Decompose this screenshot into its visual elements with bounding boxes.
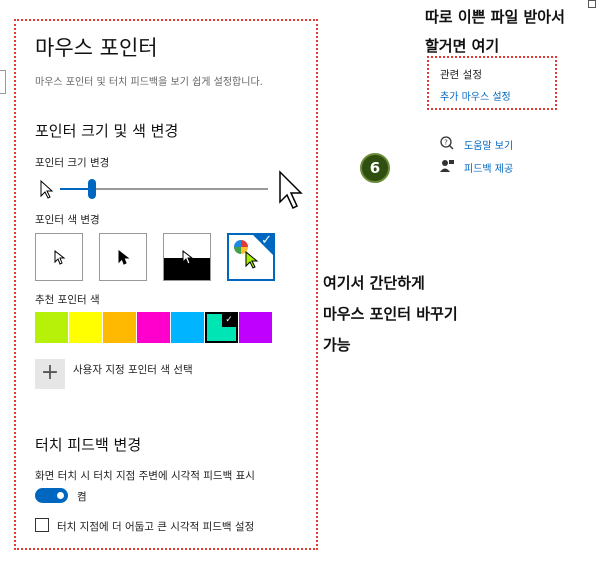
toggle-state-label: 켬 [77, 491, 87, 503]
swatch-gold[interactable] [103, 312, 136, 343]
swatch-yellow[interactable] [69, 312, 102, 343]
darker-feedback-label: 터치 지점에 더 어둡고 큰 시각적 피드백 설정 [57, 521, 255, 533]
pointer-size-label: 포인터 크기 변경 [35, 157, 110, 169]
pointer-color-custom-option[interactable]: ✓ [227, 233, 275, 281]
side-note-line2: 마우스 포인터 바꾸기 [323, 305, 458, 323]
inverted-cursor-icon [182, 250, 194, 265]
swatch-checkmark-icon: ✓ [222, 314, 236, 327]
add-custom-color-button[interactable]: + [35, 359, 65, 389]
pointer-color-label: 포인터 색 변경 [35, 214, 100, 226]
side-note-line1: 여기서 간단하게 [323, 274, 425, 292]
page-description: 마우스 포인터 및 터치 피드백을 보기 쉽게 설정합니다. [35, 77, 263, 88]
give-feedback-link[interactable]: 피드백 제공 [464, 160, 513, 175]
help-icon: ? [440, 136, 454, 150]
recommended-colors-label: 추천 포인터 색 [35, 294, 100, 306]
get-help-link[interactable]: 도움말 보기 [464, 137, 513, 152]
green-cursor-icon [245, 251, 259, 269]
step-badge: 6 [360, 153, 390, 183]
swatch-pink[interactable] [137, 312, 170, 343]
related-settings-heading: 관련 설정 [440, 69, 482, 81]
svg-text:?: ? [444, 139, 448, 147]
pointer-color-inverted-option[interactable] [163, 233, 211, 281]
feedback-icon [440, 160, 454, 172]
white-cursor-icon [54, 250, 66, 265]
pointer-size-slider-thumb[interactable] [88, 179, 96, 199]
visual-feedback-toggle[interactable] [35, 488, 68, 503]
page-title: 마우스 포인터 [35, 36, 158, 60]
swatch-purple[interactable] [239, 312, 272, 343]
additional-mouse-settings-link[interactable]: 추가 마우스 설정 [440, 88, 511, 103]
swatch-lime[interactable] [35, 312, 68, 343]
visual-feedback-label: 화면 터치 시 터치 지점 주변에 시각적 피드백 표시 [35, 470, 255, 482]
swatch-teal-selected[interactable]: ✓ [205, 312, 238, 343]
top-note-line2: 할거면 여기 [425, 37, 500, 55]
pointer-color-black-option[interactable] [99, 233, 147, 281]
large-pointer-icon [279, 170, 303, 210]
darker-feedback-checkbox[interactable] [35, 518, 49, 532]
pointer-section-heading: 포인터 크기 및 색 변경 [35, 122, 179, 140]
custom-color-label[interactable]: 사용자 지정 포인터 색 선택 [73, 362, 193, 377]
checkmark-icon: ✓ [261, 233, 272, 248]
small-pointer-icon [40, 180, 54, 199]
black-cursor-icon [118, 250, 130, 265]
swatch-sky-blue[interactable] [171, 312, 204, 343]
top-note-line1: 따로 이쁜 파일 받아서 [425, 8, 565, 26]
toggle-knob [57, 492, 64, 499]
touch-section-heading: 터치 피드백 변경 [35, 436, 142, 454]
background-window-edge [0, 70, 6, 94]
corner-mark [588, 0, 596, 8]
side-note-line3: 가능 [323, 336, 351, 354]
pointer-color-white-option[interactable] [35, 233, 83, 281]
